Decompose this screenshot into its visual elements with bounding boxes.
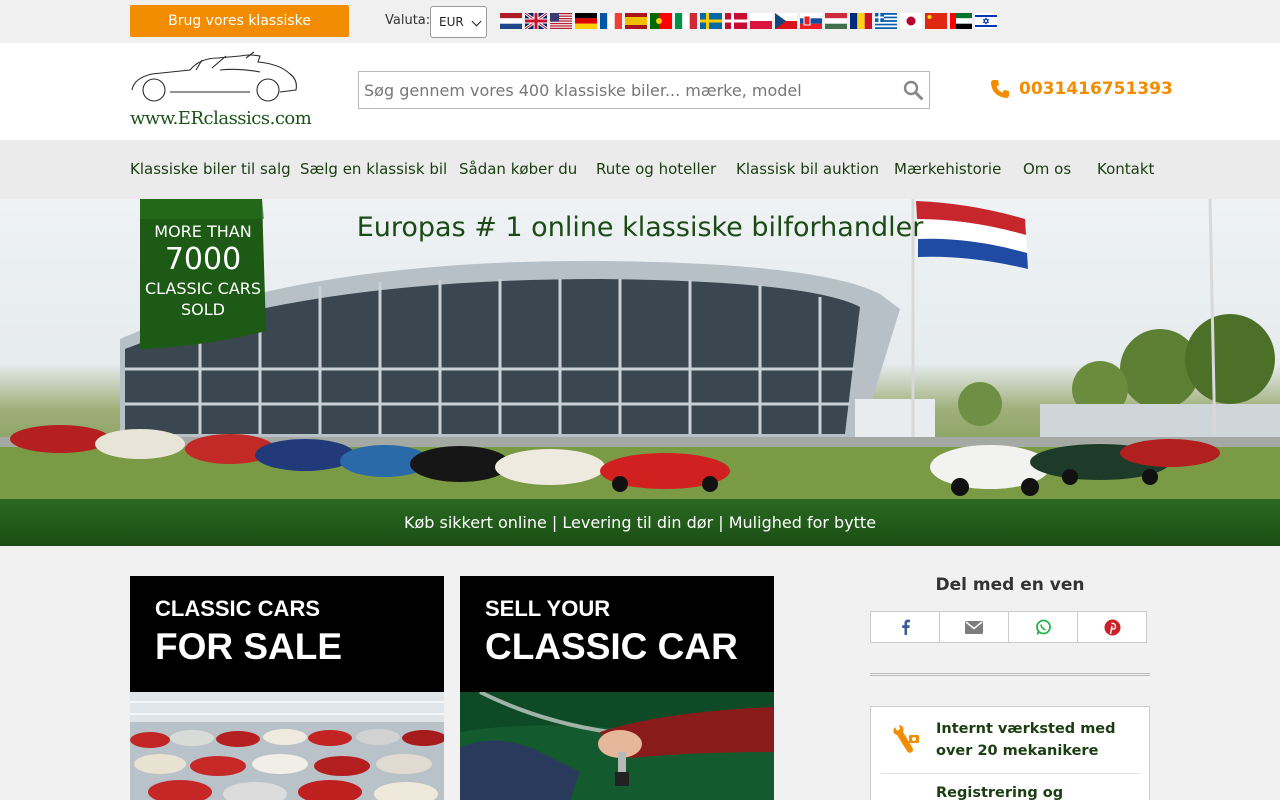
whatsapp-icon (1035, 619, 1051, 635)
currency-value: EUR (439, 15, 464, 29)
dk-flag-icon[interactable] (725, 13, 747, 29)
feature-separator (881, 773, 1141, 774)
workshop-tools-icon (893, 725, 919, 753)
nav-item-about[interactable]: Om os (1023, 160, 1071, 178)
tile-line1: SELL YOUR (485, 596, 611, 621)
pinterest-icon (1104, 619, 1120, 635)
tile-line2: CLASSIC CAR (485, 626, 738, 667)
hu-flag-icon[interactable] (825, 13, 847, 29)
share-email-button[interactable] (939, 611, 1009, 643)
hero-title: Europas # 1 online klassiske bilforhandl… (356, 212, 924, 243)
facebook-icon (902, 619, 910, 635)
badge-line3: SOLD (181, 300, 225, 319)
phone-link[interactable]: 0031416751393 (990, 79, 1173, 99)
car-keys-image (460, 692, 774, 800)
nav-item-sell-car[interactable]: Sælg en klassisk bil (300, 160, 447, 178)
chevron-down-icon (471, 16, 482, 27)
search-input[interactable] (364, 72, 884, 108)
gr-flag-icon[interactable] (875, 13, 897, 29)
share-pinterest-button[interactable] (1077, 611, 1147, 643)
divider (870, 673, 1150, 676)
language-flags (500, 13, 997, 29)
nl-flag-icon[interactable] (500, 13, 522, 29)
site-header: www.ERclassics.com 0031416751393 (0, 43, 1280, 140)
tile-heading: CLASSIC CARS FOR SALE (130, 576, 444, 692)
currency-select[interactable]: EUR (430, 6, 487, 38)
feature-workshop: Internt værksted med over 20 mekanikere (936, 721, 1116, 759)
nav-item-cars-for-sale[interactable]: Klassiske biler til salg (130, 160, 291, 178)
hero-banner: MORE THAN 7000 CLASSIC CARS SOLD Europas… (0, 199, 1280, 499)
top-bar: Brug vores klassiske bilrådgiver Valuta:… (0, 0, 1280, 61)
main-nav: Klassiske biler til salg Sælg en klassis… (0, 140, 1280, 199)
jp-flag-icon[interactable] (900, 13, 922, 29)
sk-flag-icon[interactable] (800, 13, 822, 29)
share-buttons (870, 611, 1147, 643)
tile-heading: SELL YOUR CLASSIC CAR (460, 576, 774, 692)
feature-registration: Registrering og (936, 785, 1064, 800)
share-facebook-button[interactable] (870, 611, 940, 643)
site-logo[interactable]: www.ERclassics.com (130, 50, 312, 132)
pl-flag-icon[interactable] (750, 13, 772, 29)
it-flag-icon[interactable] (675, 13, 697, 29)
features-box: Internt værksted med over 20 mekanikere … (870, 706, 1150, 800)
ae-flag-icon[interactable] (950, 13, 972, 29)
de-flag-icon[interactable] (575, 13, 597, 29)
currency-label: Valuta: (385, 13, 431, 28)
ro-flag-icon[interactable] (850, 13, 872, 29)
badge-line2: CLASSIC CARS (144, 279, 262, 298)
cars-for-sale-tile[interactable]: CLASSIC CARS FOR SALE (130, 576, 444, 800)
badge-number: 7000 (164, 242, 242, 277)
nav-item-auction[interactable]: Klassisk bil auktion (736, 160, 879, 178)
nav-item-how-to-buy[interactable]: Sådan køber du (459, 160, 577, 178)
se-flag-icon[interactable] (700, 13, 722, 29)
phone-number: 0031416751393 (1019, 79, 1173, 99)
search-icon[interactable] (903, 80, 923, 100)
benefits-bar: Køb sikkert online | Levering til din dø… (0, 499, 1280, 546)
nav-item-route-hotels[interactable]: Rute og hoteller (596, 160, 716, 178)
logo-text: www.ERclassics.com (130, 108, 312, 129)
es-flag-icon[interactable] (625, 13, 647, 29)
fr-flag-icon[interactable] (600, 13, 622, 29)
tile-line2: FOR SALE (155, 626, 343, 667)
cn-flag-icon[interactable] (925, 13, 947, 29)
car-advisor-button[interactable]: Brug vores klassiske bilrådgiver (130, 5, 349, 61)
phone-icon (991, 80, 1009, 98)
cz-flag-icon[interactable] (775, 13, 797, 29)
tile-line1: CLASSIC CARS (155, 596, 321, 621)
nav-item-brand-history[interactable]: Mærkehistorie (894, 160, 1001, 178)
search-box (358, 71, 930, 109)
pt-flag-icon[interactable] (650, 13, 672, 29)
nav-item-contact[interactable]: Kontakt (1097, 160, 1154, 178)
uk-flag-icon[interactable] (525, 13, 547, 29)
showroom-cars-image (130, 692, 444, 800)
il-flag-icon[interactable] (975, 13, 997, 29)
email-icon (965, 620, 983, 634)
classic-car-logo-icon (131, 51, 297, 102)
share-whatsapp-button[interactable] (1008, 611, 1078, 643)
sell-your-car-tile[interactable]: SELL YOUR CLASSIC CAR (460, 576, 774, 800)
us-flag-icon[interactable] (550, 13, 572, 29)
share-title: Del med en ven (935, 575, 1085, 595)
